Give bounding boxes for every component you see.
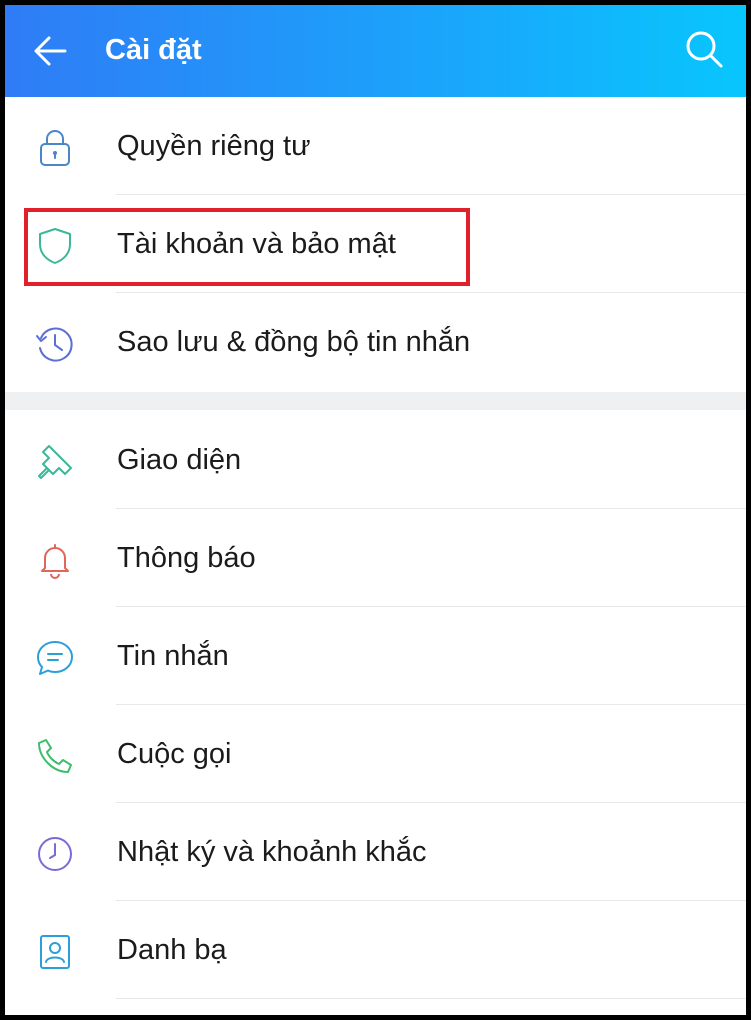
menu-item-timeline[interactable]: Nhật ký và khoảnh khắc (5, 803, 746, 901)
menu-item-label: Tin nhắn (117, 640, 229, 672)
section-gap (5, 392, 746, 410)
menu-item-calls[interactable]: Cuộc gọi (5, 705, 746, 803)
contact-card-icon (35, 932, 75, 972)
menu-item-appearance[interactable]: Giao diện (5, 411, 746, 509)
menu-item-privacy[interactable]: Quyền riêng tư (5, 97, 746, 195)
page-title: Cài đặt (105, 34, 202, 66)
divider (116, 998, 746, 999)
phone-icon (35, 736, 75, 776)
chat-bubble-icon (35, 638, 75, 678)
menu-item-label: Quyền riêng tư (117, 130, 311, 162)
clock-icon (35, 834, 75, 874)
paint-brush-icon (35, 442, 75, 482)
menu-item-label: Danh bạ (117, 934, 227, 966)
menu-item-label: Cuộc gọi (117, 738, 232, 770)
menu-item-contacts[interactable]: Danh bạ (5, 901, 746, 999)
menu-item-account-security[interactable]: Tài khoản và bảo mật (5, 195, 746, 293)
menu-item-label: Thông báo (117, 542, 256, 574)
menu-item-notifications[interactable]: Thông báo (5, 509, 746, 607)
arrow-left-icon[interactable] (32, 33, 68, 69)
clock-restore-icon (35, 324, 75, 364)
menu-item-backup-sync[interactable]: Sao lưu & đồng bộ tin nhắn (5, 293, 746, 391)
shield-icon (35, 226, 75, 266)
menu-item-label: Sao lưu & đồng bộ tin nhắn (117, 326, 471, 358)
bell-icon (35, 540, 75, 580)
search-icon[interactable] (684, 29, 724, 69)
menu-item-label: Tài khoản và bảo mật (117, 228, 396, 260)
menu-item-messages[interactable]: Tin nhắn (5, 607, 746, 705)
menu-item-label: Giao diện (117, 444, 242, 476)
app-bar: Cài đặt (5, 5, 746, 97)
screen: Cài đặt Quyền riêng tư Tài khoản và bảo … (5, 5, 746, 1015)
menu-item-label: Nhật ký và khoảnh khắc (117, 836, 427, 868)
lock-icon (35, 128, 75, 168)
